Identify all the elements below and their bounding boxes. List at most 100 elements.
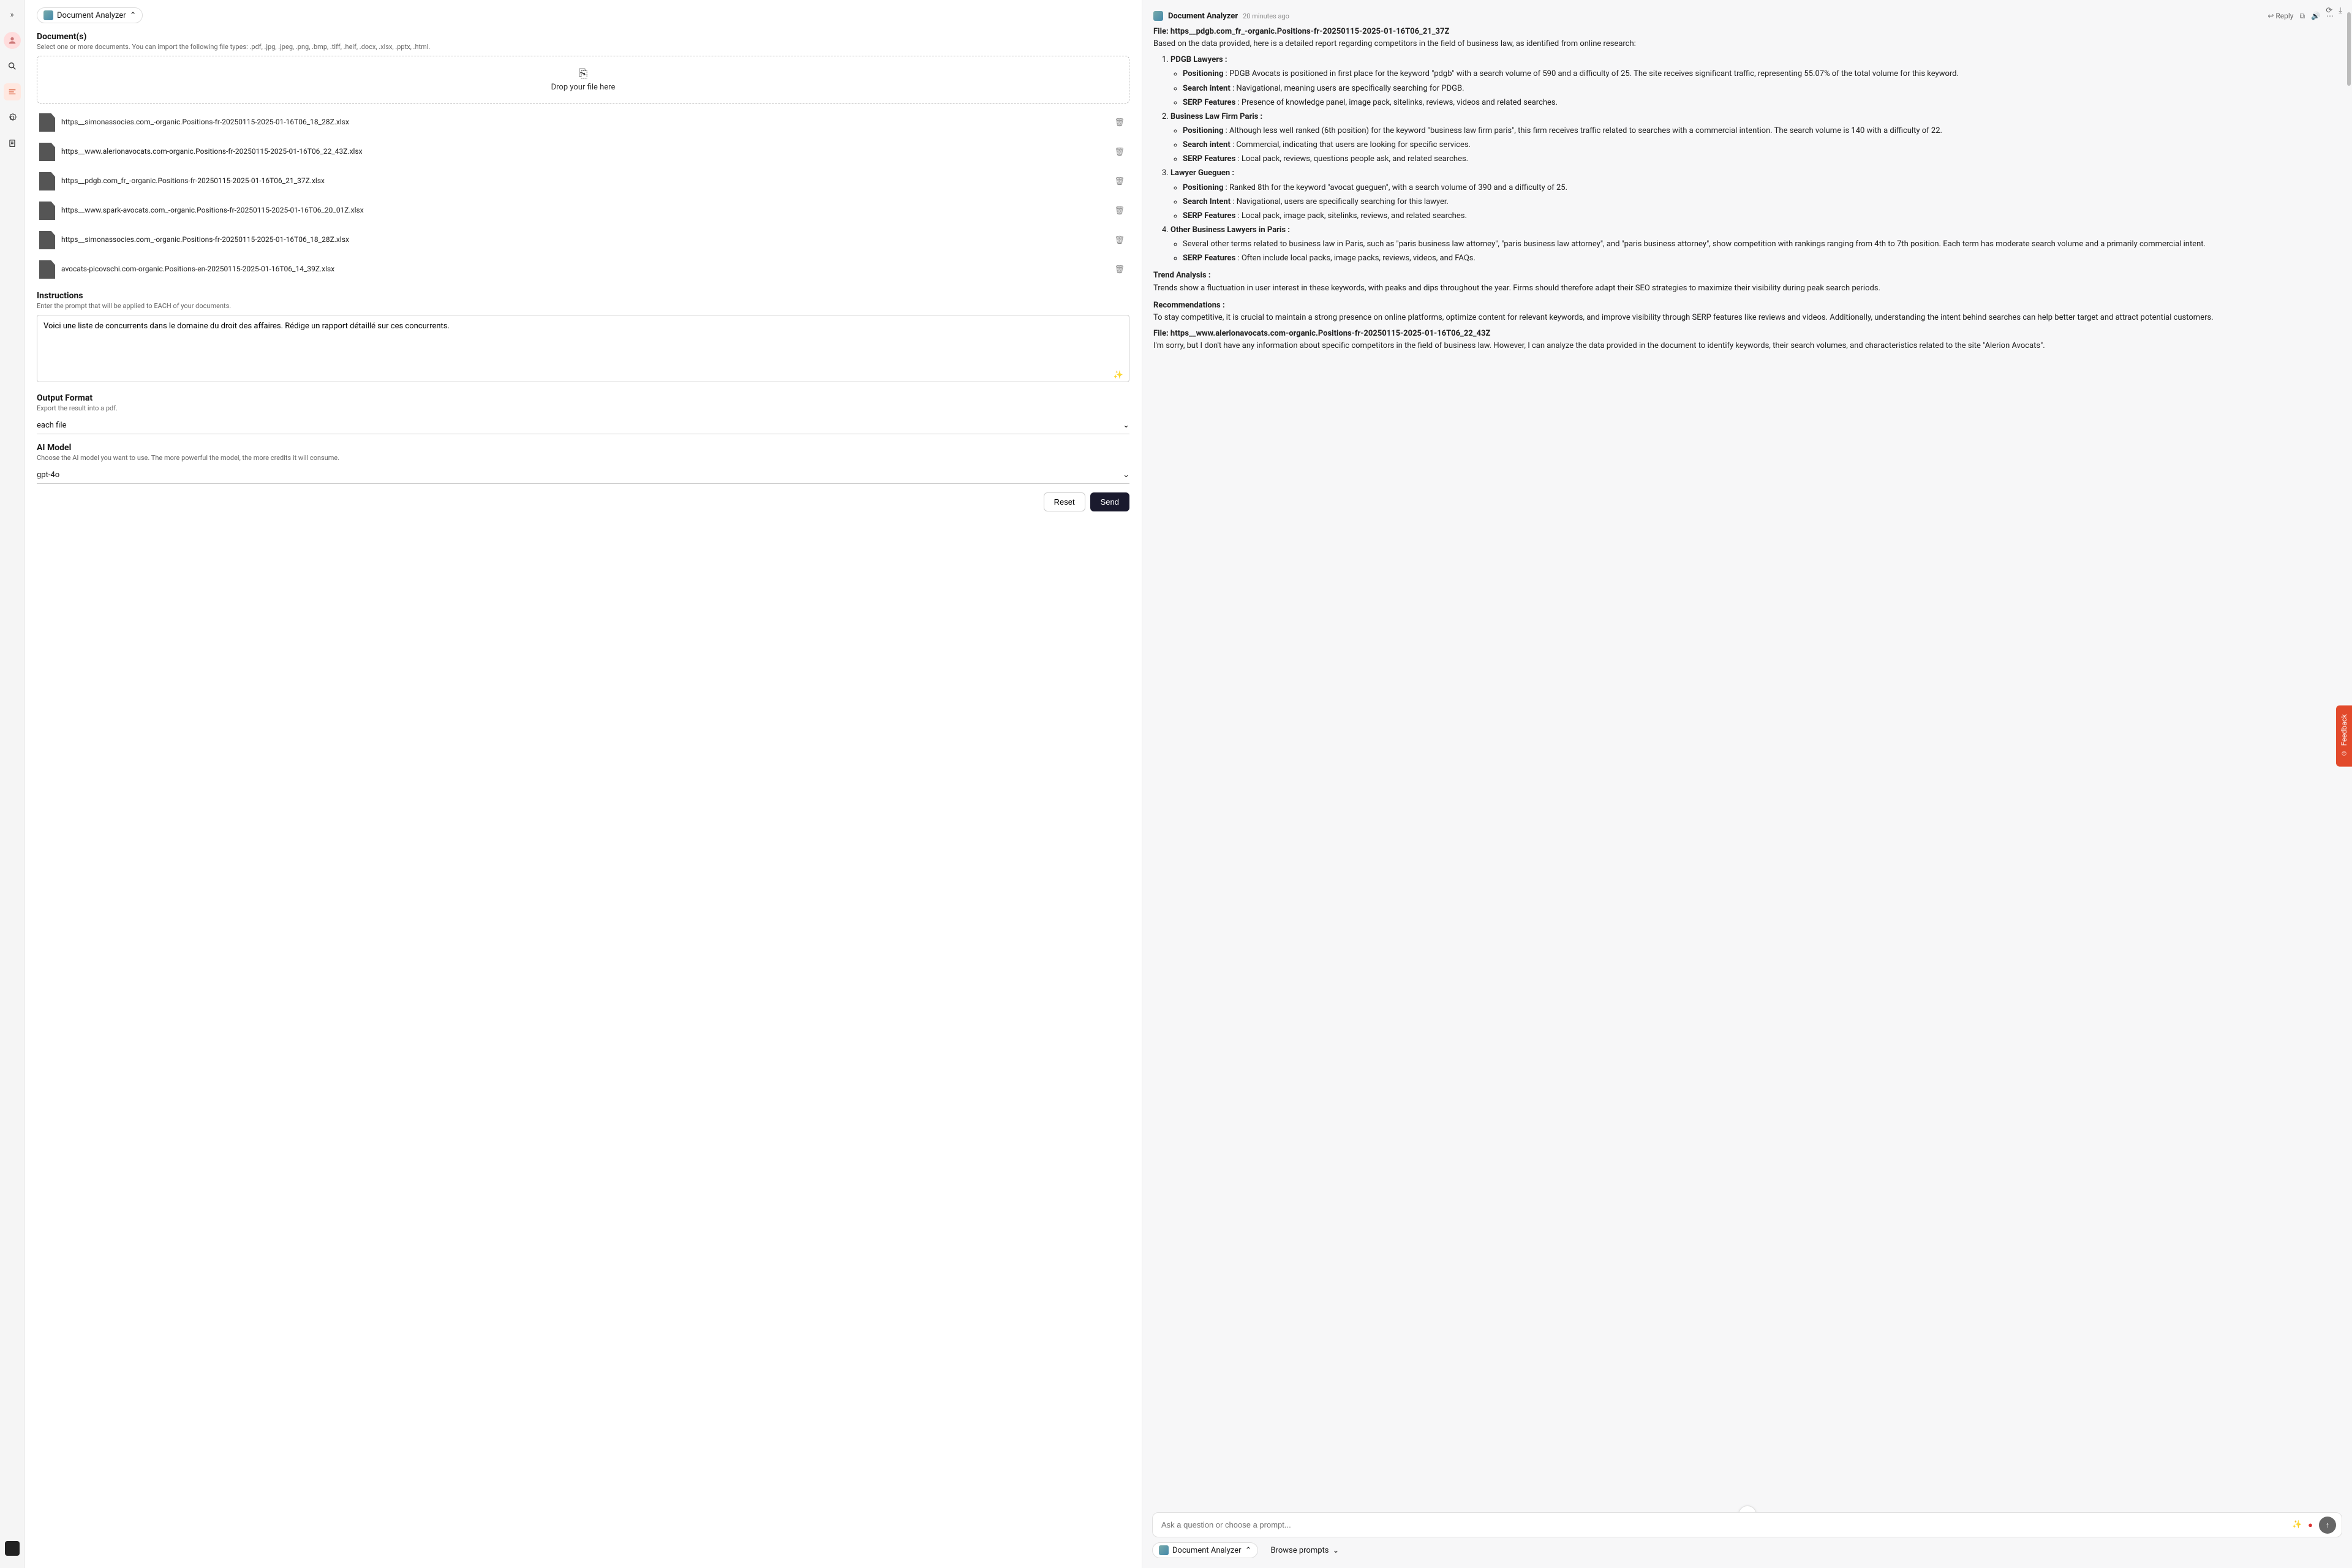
trash-icon[interactable]: 🗑 bbox=[1112, 116, 1127, 130]
avatar[interactable] bbox=[4, 32, 21, 49]
upload-icon: ⎘ bbox=[48, 67, 1118, 80]
output-format-value: each file bbox=[37, 421, 66, 430]
composer: ✨ ● ↑ Document Analyzer ⌃ Browse prompts… bbox=[1142, 1506, 2352, 1568]
output-format-title: Output Format bbox=[37, 393, 1129, 403]
output-format-select[interactable]: each file ⌄ bbox=[37, 417, 1129, 434]
file-name: avocats-picovschi.com-organic.Positions-… bbox=[61, 265, 1106, 274]
bars-icon[interactable] bbox=[4, 83, 21, 100]
bot-name: Document Analyzer bbox=[1168, 12, 1238, 21]
ai-model-sub: Choose the AI model you want to use. The… bbox=[37, 454, 1129, 462]
bot-icon bbox=[1153, 11, 1163, 21]
file-row: https__www.spark-avocats.com_-organic.Po… bbox=[37, 198, 1129, 224]
file-icon bbox=[39, 202, 55, 220]
trash-icon[interactable]: 🗑 bbox=[1112, 175, 1127, 189]
compose-input[interactable] bbox=[1152, 1512, 2342, 1537]
file-icon bbox=[39, 231, 55, 249]
config-pane: Document Analyzer ⌃ Document(s) Select o… bbox=[24, 0, 1142, 1568]
rail-bottom-square[interactable] bbox=[5, 1541, 20, 1556]
intro-text: Based on the data provided, here is a de… bbox=[1153, 38, 2334, 50]
ai-model-title: AI Model bbox=[37, 443, 1129, 453]
copy-icon[interactable]: ⧉ bbox=[2299, 12, 2305, 21]
competitor-list: PDGB Lawyers :Positioning : PDGB Avocats… bbox=[1153, 54, 2334, 265]
rec-header: Recommendations : bbox=[1153, 300, 2334, 312]
reply-button[interactable]: ↩ Reply bbox=[2267, 12, 2293, 20]
dropzone-label: Drop your file here bbox=[551, 83, 616, 92]
reset-button[interactable]: Reset bbox=[1044, 492, 1085, 511]
bullet: SERP Features : Often include local pack… bbox=[1183, 252, 2334, 265]
chevron-down-icon: ⌄ bbox=[1123, 421, 1129, 430]
refresh-icon[interactable]: ⟳ bbox=[2326, 6, 2332, 15]
list-item: Business Law Firm Paris :Positioning : A… bbox=[1170, 111, 2334, 166]
bullet: Search intent : Navigational, meaning us… bbox=[1183, 83, 2334, 95]
list-item: Lawyer Gueguen :Positioning : Ranked 8th… bbox=[1170, 167, 2334, 222]
send-button[interactable]: Send bbox=[1090, 492, 1129, 511]
trash-icon[interactable]: 🗑 bbox=[1112, 204, 1127, 218]
file2-body: I'm sorry, but I don't have any informat… bbox=[1153, 340, 2334, 352]
instructions-input[interactable] bbox=[37, 315, 1129, 382]
file-list: https__simonassocies.com_-organic.Positi… bbox=[37, 110, 1129, 282]
trend-body: Trends show a fluctuation in user intere… bbox=[1153, 282, 2334, 295]
bullet: Positioning : Ranked 8th for the keyword… bbox=[1183, 182, 2334, 194]
file-name: https__pdgb.com_fr_-organic.Positions-fr… bbox=[61, 176, 1106, 186]
mic-icon[interactable]: ● bbox=[2308, 1520, 2313, 1530]
instructions-title: Instructions bbox=[37, 291, 1129, 301]
clipboard-icon[interactable] bbox=[4, 135, 21, 152]
app-title-chip[interactable]: Document Analyzer ⌃ bbox=[37, 7, 143, 23]
output-format-sub: Export the result into a pdf. bbox=[37, 404, 1129, 412]
chevron-up-icon: ⌃ bbox=[130, 11, 137, 20]
list-item: PDGB Lawyers :Positioning : PDGB Avocats… bbox=[1170, 54, 2334, 109]
browse-prompts-button[interactable]: Browse prompts ⌄ bbox=[1264, 1542, 1345, 1558]
file-name: https__www.alerionavocats.com-organic.Po… bbox=[61, 147, 1106, 157]
rec-body: To stay competitive, it is crucial to ma… bbox=[1153, 312, 2334, 324]
file-icon bbox=[39, 113, 55, 132]
trend-header: Trend Analysis : bbox=[1153, 270, 2334, 282]
speaker-icon[interactable]: 🔊 bbox=[2311, 12, 2320, 20]
file-header-1: File: https__pdgb.com_fr_-organic.Positi… bbox=[1153, 26, 2334, 38]
file-row: avocats-picovschi.com-organic.Positions-… bbox=[37, 257, 1129, 282]
msg-time: 20 minutes ago bbox=[1243, 12, 1289, 20]
ai-model-select[interactable]: gpt-4o ⌄ bbox=[37, 467, 1129, 484]
expand-icon[interactable]: » bbox=[4, 6, 21, 23]
bullet: Search intent : Commercial, indicating t… bbox=[1183, 139, 2334, 151]
file-row: https__simonassocies.com_-organic.Positi… bbox=[37, 110, 1129, 135]
trash-icon[interactable]: 🗑 bbox=[1112, 145, 1127, 159]
bullet: Positioning : PDGB Avocats is positioned… bbox=[1183, 68, 2334, 80]
wand-icon[interactable]: ✨ bbox=[1114, 371, 1123, 380]
scrollbar[interactable] bbox=[2347, 12, 2351, 86]
trash-icon[interactable]: 🗑 bbox=[1112, 233, 1127, 247]
bullet: SERP Features : Presence of knowledge pa… bbox=[1183, 97, 2334, 109]
settings-icon[interactable] bbox=[4, 109, 21, 126]
trash-icon[interactable]: 🗑 bbox=[1112, 263, 1127, 277]
wand-icon[interactable]: ✨ bbox=[2292, 1520, 2302, 1529]
file-row: https__simonassocies.com_-organic.Positi… bbox=[37, 227, 1129, 253]
send-up-button[interactable]: ↑ bbox=[2319, 1517, 2336, 1534]
bullet: Search Intent : Navigational, users are … bbox=[1183, 196, 2334, 208]
file-row: https__www.alerionavocats.com-organic.Po… bbox=[37, 139, 1129, 165]
composer-doc-analyzer-chip[interactable]: Document Analyzer ⌃ bbox=[1152, 1542, 1258, 1558]
bullet: SERP Features : Local pack, image pack, … bbox=[1183, 210, 2334, 222]
list-item: Other Business Lawyers in Paris :Several… bbox=[1170, 224, 2334, 265]
download-icon[interactable]: ⤓ bbox=[2339, 6, 2342, 15]
app-icon bbox=[1159, 1545, 1169, 1555]
instructions-sub: Enter the prompt that will be applied to… bbox=[37, 302, 1129, 310]
file-name: https__simonassocies.com_-organic.Positi… bbox=[61, 118, 1106, 127]
dropzone[interactable]: ⎘ Drop your file here bbox=[37, 56, 1129, 104]
chat-scroll[interactable]: Document Analyzer 20 minutes ago ↩ Reply… bbox=[1142, 0, 2352, 1506]
chevron-down-icon: ⌄ bbox=[1123, 470, 1129, 480]
documents-sub: Select one or more documents. You can im… bbox=[37, 43, 1129, 51]
file-row: https__pdgb.com_fr_-organic.Positions-fr… bbox=[37, 168, 1129, 194]
left-rail: » bbox=[0, 0, 24, 1568]
app-icon bbox=[43, 10, 53, 20]
documents-title: Document(s) bbox=[37, 32, 1129, 42]
feedback-tab[interactable]: ☺ Feedback bbox=[2336, 706, 2352, 767]
chat-pane: ⟳ ⤓ Document Analyzer 20 minutes ago ↩ R… bbox=[1142, 0, 2352, 1568]
feedback-icon: ☺ bbox=[2340, 750, 2348, 758]
file-header-2: File: https__www.alerionavocats.com-orga… bbox=[1153, 328, 2334, 340]
bullet: SERP Features : Local pack, reviews, que… bbox=[1183, 153, 2334, 165]
message-body: File: https__pdgb.com_fr_-organic.Positi… bbox=[1153, 26, 2334, 352]
file-icon bbox=[39, 260, 55, 279]
search-icon[interactable] bbox=[4, 58, 21, 75]
ai-model-value: gpt-4o bbox=[37, 470, 59, 480]
file-name: https__simonassocies.com_-organic.Positi… bbox=[61, 235, 1106, 245]
chevron-up-icon: ⌃ bbox=[1245, 1546, 1252, 1555]
